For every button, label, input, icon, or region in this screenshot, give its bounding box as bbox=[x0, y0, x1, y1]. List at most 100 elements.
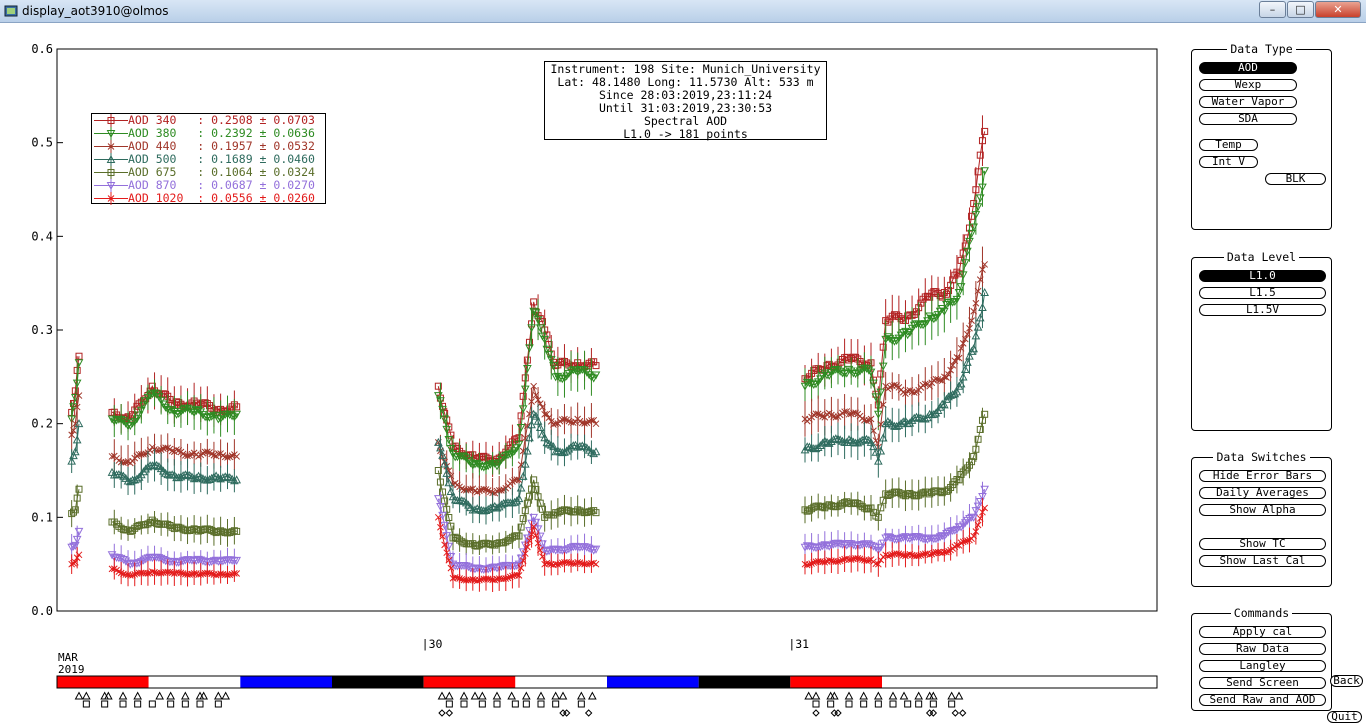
y-tick-label: 0.2 bbox=[31, 417, 53, 431]
data-switches-title: Data Switches bbox=[1213, 450, 1310, 464]
blk-button[interactable]: BLK bbox=[1265, 173, 1326, 185]
obs-square bbox=[537, 700, 545, 708]
obs-square bbox=[101, 700, 109, 708]
obs-square bbox=[522, 700, 530, 708]
obs-square bbox=[812, 700, 820, 708]
x-tick-label: |30 bbox=[422, 637, 443, 651]
aod-button[interactable]: AOD bbox=[1199, 62, 1297, 74]
water-vapor-button[interactable]: Water Vapor bbox=[1199, 96, 1297, 108]
obs-square bbox=[478, 700, 486, 708]
data-point bbox=[592, 560, 600, 568]
obs-diamond bbox=[958, 709, 967, 717]
daily-averages-button[interactable]: Daily Averages bbox=[1199, 487, 1326, 499]
l1-5-button[interactable]: L1.5 bbox=[1199, 287, 1326, 299]
minimize-icon: – bbox=[1269, 3, 1276, 16]
daynight-segment bbox=[790, 676, 882, 688]
obs-triangle bbox=[551, 691, 561, 700]
data-level-title: Data Level bbox=[1223, 250, 1300, 264]
daynight-segment bbox=[882, 676, 974, 688]
obs-square bbox=[874, 700, 882, 708]
window-title: display_aot3910@olmos bbox=[22, 4, 169, 18]
obs-square bbox=[181, 700, 189, 708]
show-tc-button[interactable]: Show TC bbox=[1199, 538, 1326, 550]
daynight-segment bbox=[148, 676, 241, 688]
obs-diamond bbox=[445, 709, 454, 717]
temp-button[interactable]: Temp bbox=[1199, 139, 1258, 151]
legend-swatch bbox=[94, 140, 128, 153]
back-button[interactable]: Back bbox=[1330, 675, 1363, 687]
obs-square bbox=[915, 700, 923, 708]
obs-diamond bbox=[584, 709, 593, 717]
minimize-button[interactable]: – bbox=[1259, 1, 1286, 18]
obs-square bbox=[82, 700, 90, 708]
y-tick-label: 0.4 bbox=[31, 229, 53, 243]
obs-square bbox=[929, 700, 937, 708]
data-level-panel: Data Level L1.0 L1.5 L1.5V bbox=[1191, 250, 1332, 431]
l1-5v-button[interactable]: L1.5V bbox=[1199, 304, 1326, 316]
y-tick-label: 0.3 bbox=[31, 323, 53, 337]
obs-square bbox=[889, 700, 897, 708]
maximize-icon: □ bbox=[1295, 3, 1306, 16]
data-type-title: Data Type bbox=[1227, 42, 1296, 56]
obs-square bbox=[577, 700, 585, 708]
langley-button[interactable]: Langley bbox=[1199, 660, 1326, 672]
data-point bbox=[592, 420, 600, 428]
obs-triangle bbox=[133, 691, 143, 700]
raw-data-button[interactable]: Raw Data bbox=[1199, 643, 1326, 655]
window-titlebar: display_aot3910@olmos – □ ✕ bbox=[0, 0, 1366, 23]
obs-square bbox=[904, 700, 912, 708]
show-alpha-button[interactable]: Show Alpha bbox=[1199, 504, 1326, 516]
obs-triangle bbox=[899, 691, 909, 700]
legend-swatch bbox=[94, 153, 128, 166]
obs-triangle bbox=[507, 691, 517, 700]
obs-square bbox=[460, 700, 468, 708]
legend-label: AOD 1020 : 0.0556 ± 0.0260 bbox=[128, 191, 315, 205]
int-v-button[interactable]: Int V bbox=[1199, 156, 1258, 168]
y-tick-label: 0.5 bbox=[31, 136, 53, 150]
daynight-segment bbox=[515, 676, 607, 688]
legend-swatch bbox=[94, 192, 128, 205]
obs-triangle bbox=[459, 691, 469, 700]
show-last-cal-button[interactable]: Show Last Cal bbox=[1199, 555, 1326, 567]
obs-triangle bbox=[221, 691, 231, 700]
obs-triangle bbox=[954, 691, 964, 700]
obs-triangle bbox=[873, 691, 883, 700]
y-tick-label: 0.1 bbox=[31, 510, 53, 524]
obs-square bbox=[493, 700, 501, 708]
obs-triangle bbox=[444, 691, 454, 700]
obs-square bbox=[827, 700, 835, 708]
obs-triangle bbox=[118, 691, 128, 700]
wexp-button[interactable]: Wexp bbox=[1199, 79, 1297, 91]
obs-diamond bbox=[951, 709, 960, 717]
send-screen-button[interactable]: Send Screen bbox=[1199, 677, 1326, 689]
daynight-segment bbox=[698, 676, 791, 688]
sda-button[interactable]: SDA bbox=[1199, 113, 1297, 125]
legend-swatch bbox=[94, 179, 128, 192]
send-raw-and-aod-button[interactable]: Send Raw and AOD bbox=[1199, 694, 1326, 706]
obs-triangle bbox=[844, 691, 854, 700]
obs-triangle bbox=[74, 691, 84, 700]
obs-square bbox=[845, 700, 853, 708]
obs-square bbox=[134, 700, 142, 708]
obs-triangle bbox=[166, 691, 176, 700]
obs-triangle bbox=[213, 691, 223, 700]
x-tick-label: |31 bbox=[788, 637, 809, 651]
data-type-panel: Data Type AOD Wexp Water Vapor SDA Temp … bbox=[1191, 42, 1332, 230]
quit-button[interactable]: Quit bbox=[1327, 711, 1362, 723]
obs-square bbox=[511, 700, 519, 708]
close-button[interactable]: ✕ bbox=[1315, 1, 1361, 18]
apply-cal-button[interactable]: Apply cal bbox=[1199, 626, 1326, 638]
obs-triangle bbox=[180, 691, 190, 700]
obs-triangle bbox=[477, 691, 487, 700]
daynight-segment bbox=[57, 676, 149, 688]
l1-0-button[interactable]: L1.0 bbox=[1199, 270, 1326, 282]
obs-triangle bbox=[914, 691, 924, 700]
maximize-button[interactable]: □ bbox=[1287, 1, 1314, 18]
obs-square bbox=[196, 700, 204, 708]
obs-square bbox=[148, 700, 156, 708]
obs-square bbox=[167, 700, 175, 708]
info-points: L1.0 -> 181 points bbox=[623, 127, 748, 141]
daynight-segment bbox=[423, 676, 516, 688]
hide-error-bars-button[interactable]: Hide Error Bars bbox=[1199, 470, 1326, 482]
legend: AOD 340 : 0.2508 ± 0.0703 AOD 380 : 0.239… bbox=[91, 113, 326, 205]
